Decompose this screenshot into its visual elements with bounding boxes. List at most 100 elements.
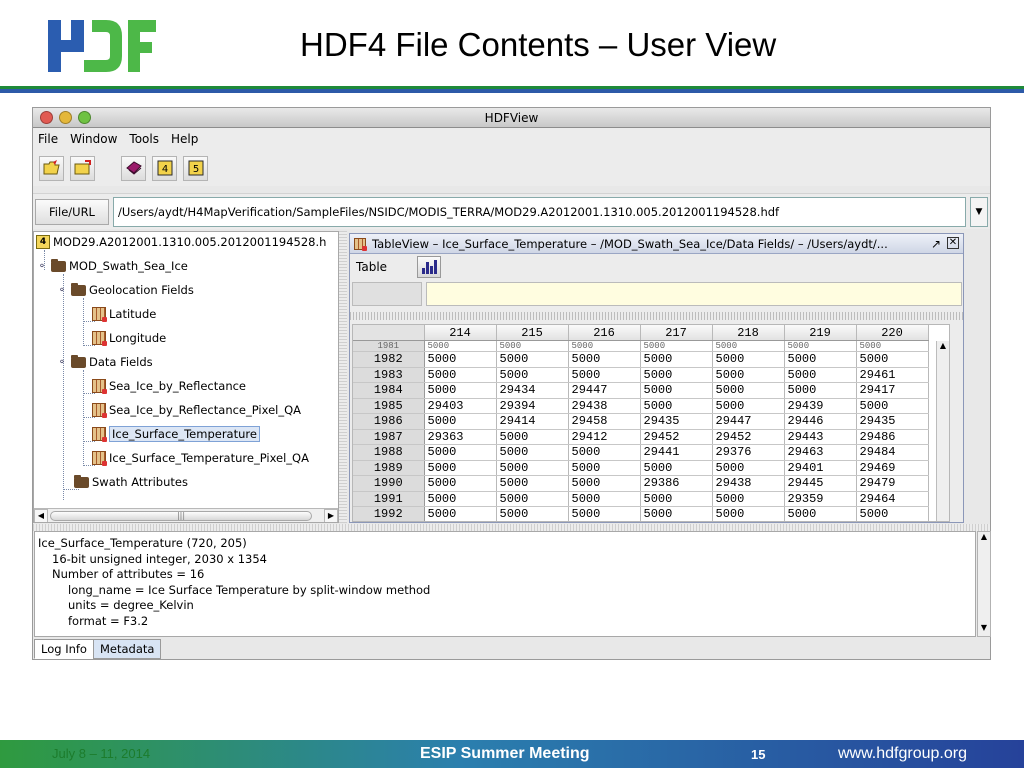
table-cell[interactable]: 29447	[568, 382, 641, 399]
table-cell[interactable]: 29445	[784, 475, 857, 492]
table-cell[interactable]: 5000	[568, 460, 641, 476]
table-cell[interactable]: 5000	[640, 491, 713, 507]
column-header[interactable]: 218	[712, 325, 785, 341]
tree-group-swath-attributes[interactable]: Swath Attributes	[74, 472, 188, 492]
table-cell[interactable]: 29486	[856, 429, 929, 445]
column-header[interactable]: 214	[424, 325, 497, 341]
expanded-toggle-icon[interactable]: ⚬	[56, 285, 68, 296]
tree-group-geolocation[interactable]: ⚬ Geolocation Fields	[56, 280, 194, 300]
url-dropdown-button[interactable]: ▼	[970, 196, 988, 227]
table-cell[interactable]: 5000	[496, 506, 569, 521]
table-cell[interactable]: 5000	[496, 367, 569, 383]
column-header[interactable]: 220	[856, 325, 929, 341]
scroll-right-icon[interactable]: ▶	[324, 508, 338, 522]
tree-item-ice-surface-temperature-pixel-qa[interactable]: Ice_Surface_Temperature_Pixel_QA	[92, 448, 309, 468]
table-cell[interactable]: 5000	[496, 475, 569, 492]
menu-window[interactable]: Window	[70, 132, 117, 146]
tab-metadata[interactable]: Metadata	[92, 639, 162, 659]
table-cell[interactable]: 5000	[712, 398, 785, 414]
table-cell[interactable]: 29359	[784, 491, 857, 507]
row-header[interactable]: 1987	[353, 429, 425, 445]
table-cell[interactable]: 5000	[784, 351, 857, 368]
table-cell[interactable]: 5000	[496, 460, 569, 476]
cell-value-field[interactable]	[426, 282, 962, 306]
table-cell[interactable]: 29439	[784, 398, 857, 414]
table-cell[interactable]: 29401	[784, 460, 857, 476]
close-window-icon[interactable]	[40, 111, 53, 124]
close-file-button[interactable]	[70, 155, 95, 181]
table-cell[interactable]: 5000	[712, 506, 785, 521]
table-cell[interactable]: 5000	[712, 340, 785, 352]
table-cell[interactable]: 5000	[712, 460, 785, 476]
table-cell[interactable]: 29386	[640, 475, 713, 492]
table-cell[interactable]: 5000	[640, 506, 713, 521]
table-cell[interactable]: 5000	[640, 367, 713, 383]
table-cell[interactable]: 5000	[784, 382, 857, 399]
table-cell[interactable]: 29435	[856, 413, 929, 430]
table-cell[interactable]: 5000	[424, 491, 497, 507]
table-cell[interactable]: 5000	[424, 367, 497, 383]
expanded-toggle-icon[interactable]: ⚬	[56, 357, 68, 368]
table-cell[interactable]: 5000	[568, 340, 641, 352]
table-cell[interactable]: 5000	[424, 351, 497, 368]
users-guide-button[interactable]	[121, 155, 146, 181]
row-header[interactable]: 1981	[353, 340, 425, 352]
table-cell[interactable]: 5000	[424, 475, 497, 492]
table-cell[interactable]: 29446	[784, 413, 857, 430]
table-cell[interactable]: 5000	[856, 340, 929, 352]
row-header[interactable]: 1983	[353, 367, 425, 383]
table-cell[interactable]: 29463	[784, 444, 857, 461]
tree-root-file[interactable]: 4 MOD29.A2012001.1310.005.2012001194528.…	[36, 232, 326, 252]
table-cell[interactable]: 29452	[712, 429, 785, 445]
column-header[interactable]: 217	[640, 325, 713, 341]
table-cell[interactable]: 5000	[496, 351, 569, 368]
table-cell[interactable]: 29435	[640, 413, 713, 430]
tree-item-ice-surface-temperature[interactable]: Ice_Surface_Temperature	[92, 424, 260, 444]
table-cell[interactable]: 5000	[640, 351, 713, 368]
horizontal-splitter[interactable]	[33, 524, 990, 531]
table-cell[interactable]: 29394	[496, 398, 569, 414]
column-header[interactable]: 216	[568, 325, 641, 341]
row-header[interactable]: 1988	[353, 444, 425, 461]
grid-vertical-scrollbar[interactable]: ▲	[936, 341, 949, 521]
tree-item-latitude[interactable]: Latitude	[92, 304, 156, 324]
table-cell[interactable]: 29417	[856, 382, 929, 399]
table-cell[interactable]: 29414	[496, 413, 569, 430]
tree-group-data-fields[interactable]: ⚬ Data Fields	[56, 352, 153, 372]
table-cell[interactable]: 29458	[568, 413, 641, 430]
table-cell[interactable]: 29438	[712, 475, 785, 492]
table-cell[interactable]: 5000	[640, 382, 713, 399]
column-header[interactable]: 219	[784, 325, 857, 341]
row-header[interactable]: 1982	[353, 351, 425, 368]
url-input[interactable]: /Users/aydt/H4MapVerification/SampleFile…	[113, 196, 966, 227]
table-cell[interactable]: 29412	[568, 429, 641, 445]
row-header[interactable]: 1985	[353, 398, 425, 414]
table-cell[interactable]: 29376	[712, 444, 785, 461]
table-cell[interactable]: 5000	[784, 340, 857, 352]
table-cell[interactable]: 5000	[568, 475, 641, 492]
table-cell[interactable]: 5000	[496, 429, 569, 445]
info-vertical-scrollbar[interactable]: ▲ ▼	[977, 531, 991, 637]
table-cell[interactable]: 5000	[424, 413, 497, 430]
table-cell[interactable]: 29484	[856, 444, 929, 461]
table-cell[interactable]: 5000	[568, 351, 641, 368]
file-url-button[interactable]: File/URL	[35, 198, 109, 225]
table-cell[interactable]: 5000	[784, 367, 857, 383]
scroll-left-icon[interactable]: ◀	[34, 508, 48, 522]
table-cell[interactable]: 5000	[568, 506, 641, 521]
table-cell[interactable]: 5000	[640, 398, 713, 414]
row-header[interactable]: 1986	[353, 413, 425, 430]
table-cell[interactable]: 5000	[424, 340, 497, 352]
minimize-window-icon[interactable]	[59, 111, 72, 124]
zoom-window-icon[interactable]	[78, 111, 91, 124]
table-cell[interactable]: 5000	[496, 491, 569, 507]
scroll-down-icon[interactable]: ▼	[978, 623, 990, 632]
vertical-splitter[interactable]	[339, 231, 347, 523]
table-cell[interactable]: 5000	[856, 506, 929, 521]
table-cell[interactable]: 29464	[856, 491, 929, 507]
table-cell[interactable]: 5000	[568, 491, 641, 507]
chart-button[interactable]	[417, 256, 442, 278]
table-cell[interactable]: 5000	[568, 444, 641, 461]
table-cell[interactable]: 29479	[856, 475, 929, 492]
scroll-up-icon[interactable]: ▲	[978, 532, 990, 541]
